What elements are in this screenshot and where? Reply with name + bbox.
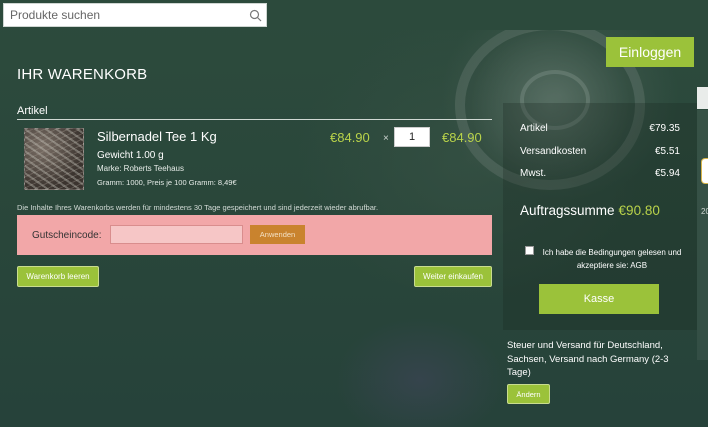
side-panel-card	[701, 158, 708, 184]
coupon-input[interactable]	[110, 225, 243, 244]
product-name[interactable]: Silbernadel Tee 1 Kg	[97, 129, 217, 144]
summary-row-tax: Mwst. €5.94	[520, 168, 680, 179]
order-total-value: €90.80	[618, 203, 660, 218]
coupon-apply-button[interactable]: Anwenden	[250, 225, 305, 244]
product-grams: Gramm: 1000, Preis je 100 Gramm: 8,49€	[97, 178, 237, 187]
order-total: Auftragssumme €90.80	[520, 203, 660, 218]
side-panel-number: 20	[701, 207, 708, 216]
coupon-label: Gutscheincode:	[32, 230, 102, 241]
search-icon[interactable]	[244, 4, 266, 26]
search-box	[3, 3, 267, 27]
shipping-info: Steuer und Versand für Deutschland, Sach…	[507, 340, 669, 378]
change-shipping-button[interactable]: Ändern	[507, 384, 550, 404]
unit-price: €84.90	[330, 130, 370, 145]
summary-tax-label: Mwst.	[520, 168, 547, 179]
order-summary: Artikel €79.35 Versandkosten €5.51 Mwst.…	[503, 103, 697, 330]
checkout-button[interactable]: Kasse	[539, 284, 659, 314]
page-title: IHR WARENKORB	[17, 66, 148, 83]
summary-shipping-value: €5.51	[654, 146, 680, 157]
side-panel-edge	[697, 110, 708, 360]
search-input[interactable]	[4, 4, 244, 26]
clear-cart-button[interactable]: Warenkorb leeren	[17, 266, 99, 287]
cart-column-header: Artikel	[17, 105, 492, 120]
multiply-sign: ×	[383, 133, 389, 144]
product-weight: Gewicht 1.00 g	[97, 150, 164, 161]
product-image[interactable]	[24, 128, 84, 190]
login-button[interactable]: Einloggen	[606, 37, 694, 67]
continue-shopping-button[interactable]: Weiter einkaufen	[414, 266, 492, 287]
agb-text: Ich habe die Bedingungen gelesen und akz…	[542, 248, 682, 270]
top-bar	[0, 0, 708, 30]
summary-shipping-label: Versandkosten	[520, 146, 587, 157]
summary-row-items: Artikel €79.35	[520, 123, 680, 134]
summary-row-shipping: Versandkosten €5.51	[520, 146, 680, 157]
coupon-section: Gutscheincode: Anwenden	[17, 215, 492, 255]
order-total-label: Auftragssumme	[520, 203, 615, 218]
cart-item: Silbernadel Tee 1 Kg Gewicht 1.00 g Mark…	[17, 125, 492, 195]
agb-checkbox[interactable]	[525, 246, 534, 255]
product-brand: Marke: Roberts Teehaus	[97, 164, 185, 173]
summary-tax-value: €5.94	[654, 168, 680, 179]
line-total: €84.90	[442, 130, 482, 145]
side-panel-tab[interactable]	[697, 87, 708, 109]
summary-items-value: €79.35	[649, 123, 680, 134]
cart-save-note: Die Inhalte Ihres Warenkorbs werden für …	[17, 203, 379, 212]
summary-items-label: Artikel	[520, 123, 548, 134]
cart-column-label: Artikel	[17, 105, 48, 117]
quantity-input[interactable]	[394, 127, 430, 147]
